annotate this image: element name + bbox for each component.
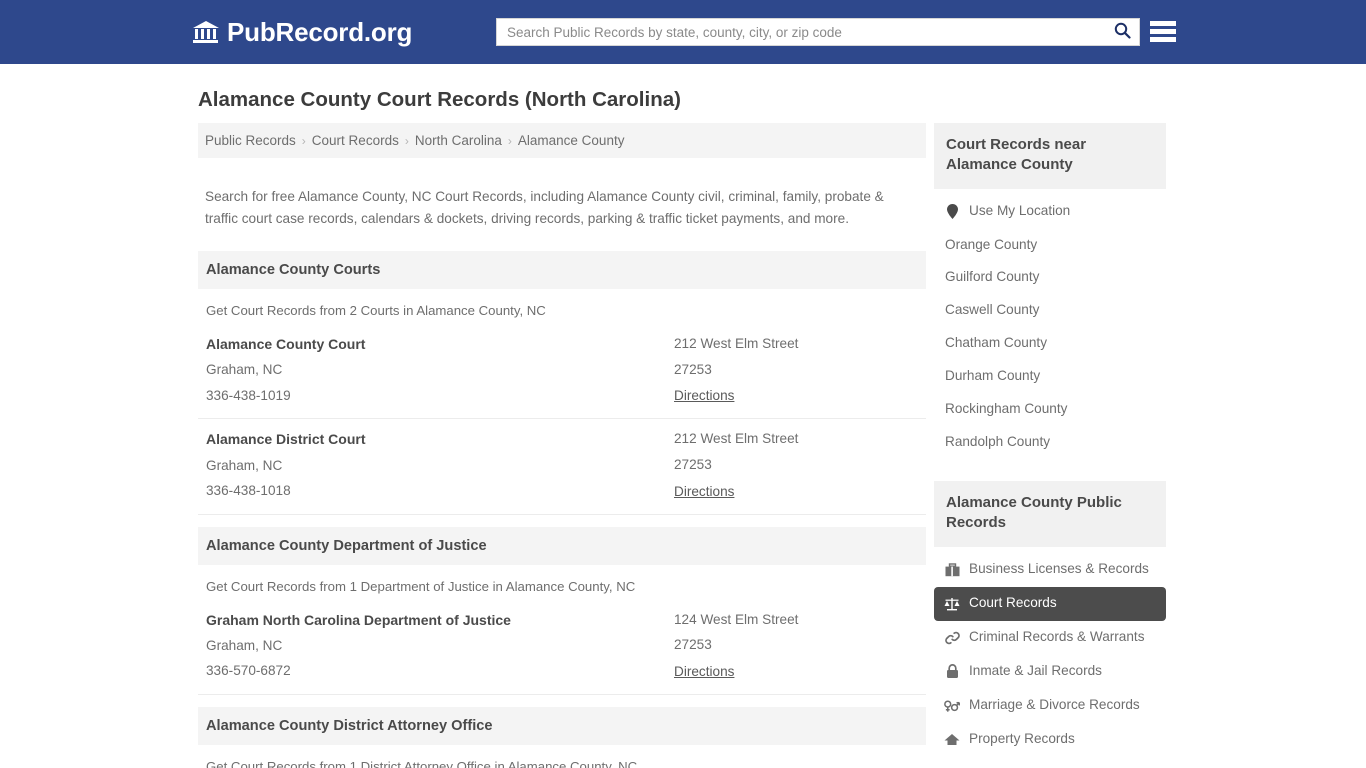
entry-zip: 27253 bbox=[674, 637, 712, 653]
entry-primary-column: Alamance District Court Graham, NC 336-4… bbox=[206, 431, 674, 500]
hamburger-menu-button[interactable] bbox=[1150, 19, 1176, 44]
search-bar bbox=[496, 18, 1140, 46]
section-subtext-department-of-justice: Get Court Records from 1 Department of J… bbox=[206, 578, 636, 594]
entry-city-state: Graham, NC bbox=[206, 362, 283, 378]
main-content: Public Records › Court Records › North C… bbox=[198, 123, 926, 768]
sidebar-item-label: Randolph County bbox=[945, 434, 1051, 450]
entry-street: 212 West Elm Street bbox=[674, 336, 799, 352]
entry-name: Graham North Carolina Department of Just… bbox=[206, 611, 511, 628]
sidebar-panel-title-nearby: Court Records near Alamance County bbox=[934, 123, 1166, 189]
sidebar-panel-spacer bbox=[934, 459, 1166, 481]
search-input[interactable] bbox=[497, 19, 1105, 45]
section-subtext-courts: Get Court Records from 2 Courts in Alama… bbox=[206, 303, 546, 319]
sidebar-item-inmate-jail-records[interactable]: Inmate & Jail Records bbox=[934, 655, 1166, 689]
sidebar-item-criminal-records[interactable]: Criminal Records & Warrants bbox=[934, 621, 1166, 655]
sidebar-item-rockingham-county[interactable]: Rockingham County bbox=[934, 393, 1166, 426]
section-heading-courts: Alamance County Courts bbox=[198, 251, 926, 290]
entry-address-column: 124 West Elm Street 27253 Directions bbox=[674, 612, 918, 681]
table-row: Alamance District Court Graham, NC 336-4… bbox=[198, 419, 926, 515]
site-logo-text: PubRecord.org bbox=[227, 16, 413, 47]
sidebar-item-label: Marriage & Divorce Records bbox=[969, 697, 1140, 713]
entry-city-state: Graham, NC bbox=[206, 637, 283, 653]
breadcrumb-separator: › bbox=[507, 133, 512, 148]
sidebar-item-label: Criminal Records & Warrants bbox=[969, 629, 1145, 645]
entry-primary-column: Graham North Carolina Department of Just… bbox=[206, 612, 674, 681]
entry-name: Alamance District Court bbox=[206, 431, 366, 448]
sidebar-item-business-licenses[interactable]: Business Licenses & Records bbox=[934, 553, 1166, 587]
directions-link[interactable]: Directions bbox=[674, 388, 734, 403]
search-button[interactable] bbox=[1105, 19, 1139, 45]
hamburger-bar-1 bbox=[1150, 21, 1176, 26]
entry-phone: 336-570-6872 bbox=[206, 663, 291, 679]
section-subtext-district-attorney-office: Get Court Records from 1 District Attorn… bbox=[206, 758, 638, 768]
sidebar: Court Records near Alamance County Use M… bbox=[934, 123, 1166, 757]
sidebar-item-guilford-county[interactable]: Guilford County bbox=[934, 261, 1166, 294]
entry-name: Alamance County Court bbox=[206, 336, 366, 353]
search-icon bbox=[1114, 22, 1131, 42]
sidebar-item-caswell-county[interactable]: Caswell County bbox=[934, 294, 1166, 327]
sidebar-item-label: Property Records bbox=[969, 731, 1075, 747]
page-title: Alamance County Court Records (North Car… bbox=[198, 88, 681, 111]
entry-address-column: 212 West Elm Street 27253 Directions bbox=[674, 336, 918, 405]
sidebar-item-label: Chatham County bbox=[945, 335, 1048, 351]
page-intro-text: Search for free Alamance County, NC Cour… bbox=[205, 188, 884, 226]
table-row: Alamance County Court Graham, NC 336-438… bbox=[198, 324, 926, 420]
sidebar-item-use-my-location[interactable]: Use My Location bbox=[934, 195, 1166, 229]
sidebar-item-label: Court Records bbox=[969, 595, 1057, 611]
house-icon bbox=[944, 732, 960, 748]
sidebar-item-randolph-county[interactable]: Randolph County bbox=[934, 426, 1166, 459]
breadcrumb-item-public-records[interactable]: Public Records bbox=[205, 133, 296, 148]
section-heading-district-attorney-office: Alamance County District Attorney Office bbox=[198, 706, 926, 745]
breadcrumb-item-alamance-county[interactable]: Alamance County bbox=[518, 133, 625, 148]
sidebar-item-court-records[interactable]: Court Records bbox=[934, 586, 1166, 621]
breadcrumb-item-court-records[interactable]: Court Records bbox=[312, 133, 399, 148]
balance-scales-icon bbox=[944, 596, 960, 612]
sidebar-item-property-records[interactable]: Property Records bbox=[934, 723, 1166, 757]
sidebar-item-marriage-divorce-records[interactable]: Marriage & Divorce Records bbox=[934, 689, 1166, 723]
sidebar-item-orange-county[interactable]: Orange County bbox=[934, 229, 1166, 262]
table-row: Graham North Carolina Department of Just… bbox=[198, 600, 926, 695]
sidebar-item-label: Durham County bbox=[945, 368, 1041, 384]
entry-city-state: Graham, NC bbox=[206, 457, 283, 473]
sidebar-panel-title-public-records: Alamance County Public Records bbox=[934, 481, 1166, 547]
sidebar-public-records-list: Business Licenses & Records Court Record… bbox=[934, 547, 1166, 757]
breadcrumb-item-north-carolina[interactable]: North Carolina bbox=[415, 133, 502, 148]
breadcrumb-separator: › bbox=[404, 133, 409, 148]
entry-zip: 27253 bbox=[674, 361, 712, 377]
fingerprint-icon bbox=[944, 630, 960, 646]
briefcase-icon bbox=[944, 562, 960, 578]
site-header: PubRecord.org bbox=[0, 0, 1366, 64]
hamburger-bar-3 bbox=[1150, 37, 1176, 42]
entry-address-column: 212 West Elm Street 27253 Directions bbox=[674, 431, 918, 500]
lock-icon bbox=[944, 664, 960, 680]
map-pin-icon bbox=[944, 204, 960, 220]
sidebar-item-chatham-county[interactable]: Chatham County bbox=[934, 327, 1166, 360]
sidebar-item-label: Caswell County bbox=[945, 302, 1040, 318]
sidebar-nearby-list: Use My Location Orange County Guilford C… bbox=[934, 189, 1166, 460]
sidebar-item-label: Rockingham County bbox=[945, 401, 1068, 417]
breadcrumb-separator: › bbox=[301, 133, 306, 148]
sidebar-item-label: Business Licenses & Records bbox=[969, 561, 1149, 577]
breadcrumb: Public Records › Court Records › North C… bbox=[198, 123, 926, 158]
directions-link[interactable]: Directions bbox=[674, 484, 734, 499]
sidebar-item-label: Use My Location bbox=[969, 203, 1071, 219]
section-heading-department-of-justice: Alamance County Department of Justice bbox=[198, 526, 926, 565]
entry-street: 212 West Elm Street bbox=[674, 431, 799, 447]
bank-building-icon bbox=[192, 19, 220, 45]
hamburger-bar-2 bbox=[1150, 29, 1176, 34]
sidebar-item-durham-county[interactable]: Durham County bbox=[934, 360, 1166, 393]
entry-phone: 336-438-1019 bbox=[206, 387, 291, 403]
sidebar-item-label: Inmate & Jail Records bbox=[969, 663, 1102, 679]
sidebar-item-label: Orange County bbox=[945, 236, 1038, 252]
gender-symbols-icon bbox=[944, 698, 960, 714]
entry-primary-column: Alamance County Court Graham, NC 336-438… bbox=[206, 336, 674, 405]
entry-phone: 336-438-1018 bbox=[206, 483, 291, 499]
entry-zip: 27253 bbox=[674, 457, 712, 473]
sidebar-item-label: Guilford County bbox=[945, 269, 1040, 285]
entry-street: 124 West Elm Street bbox=[674, 611, 799, 627]
directions-link[interactable]: Directions bbox=[674, 664, 734, 679]
site-logo[interactable]: PubRecord.org bbox=[192, 17, 412, 48]
